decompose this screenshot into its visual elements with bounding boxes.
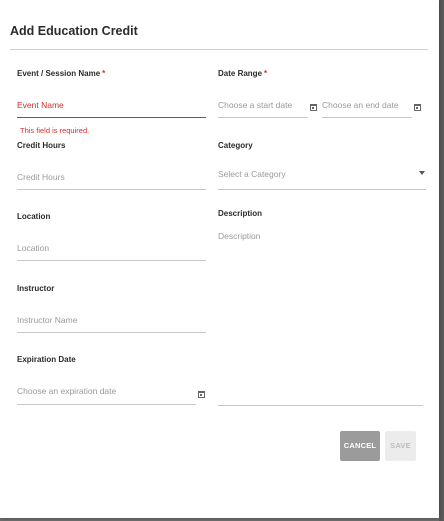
end-date-input[interactable]: Choose an end date [322, 100, 399, 110]
location-label: Location [17, 212, 51, 221]
start-date-underline [218, 117, 308, 118]
expiration-date-label: Expiration Date [17, 355, 76, 364]
event-name-error: This field is required. [20, 126, 90, 135]
event-name-underline [17, 117, 206, 118]
cancel-button[interactable]: CANCEL [340, 431, 380, 461]
date-range-label: Date Range * [218, 69, 267, 78]
end-date-underline [322, 117, 412, 118]
description-label: Description [218, 209, 263, 218]
expiration-date-underline [17, 404, 196, 405]
required-mark: * [264, 69, 268, 78]
add-education-credit-dialog: Add Education Credit Event / Session Nam… [0, 0, 439, 518]
required-mark: * [102, 69, 106, 78]
instructor-input[interactable]: Instructor Name [17, 315, 77, 325]
modal-backdrop [439, 0, 444, 521]
credit-hours-input[interactable]: Credit Hours [17, 172, 65, 182]
category-select[interactable]: Select a Category [218, 169, 286, 179]
category-label: Category [218, 141, 253, 150]
save-button[interactable]: SAVE [385, 431, 416, 461]
event-name-input[interactable]: Event Name [17, 100, 64, 110]
instructor-label: Instructor [17, 284, 55, 293]
event-name-label: Event / Session Name * [17, 69, 105, 78]
event-name-label-text: Event / Session Name [17, 69, 101, 78]
calendar-icon[interactable] [310, 104, 317, 111]
title-divider [10, 49, 428, 50]
location-underline [17, 260, 206, 261]
location-input[interactable]: Location [17, 243, 49, 253]
calendar-icon[interactable] [198, 391, 205, 398]
category-underline [218, 189, 426, 190]
expiration-date-input[interactable]: Choose an expiration date [17, 386, 116, 396]
calendar-icon[interactable] [414, 104, 421, 111]
instructor-underline [17, 332, 206, 333]
credit-hours-underline [17, 189, 206, 190]
dropdown-caret-icon[interactable] [419, 171, 425, 175]
date-range-label-text: Date Range [218, 69, 263, 78]
start-date-input[interactable]: Choose a start date [218, 100, 292, 110]
dialog-title: Add Education Credit [10, 24, 138, 38]
credit-hours-label: Credit Hours [17, 141, 66, 150]
description-underline [218, 405, 423, 406]
description-textarea[interactable]: Description [218, 231, 261, 241]
